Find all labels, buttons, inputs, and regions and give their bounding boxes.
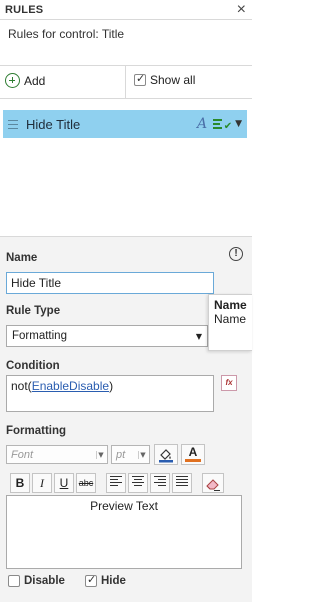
disable-toggle[interactable]: Disable — [8, 575, 65, 587]
name-tooltip: Name Name — [208, 294, 252, 351]
rule-type-label: Rule Type — [6, 305, 61, 317]
panel-title: RULES — [5, 4, 44, 16]
align-left-icon — [110, 474, 122, 488]
align-right-icon — [154, 474, 166, 488]
hide-toggle[interactable]: Hide — [85, 573, 126, 587]
chevron-down-icon[interactable]: ▼ — [235, 119, 242, 129]
name-input[interactable]: Hide Title — [6, 272, 214, 294]
font-color-swatch — [185, 459, 201, 462]
toolbar-separator — [125, 66, 126, 98]
preview-box: Preview Text — [6, 495, 242, 569]
close-icon[interactable]: × — [237, 1, 246, 19]
show-all-toggle[interactable]: Show all — [134, 72, 196, 87]
eraser-icon — [206, 479, 220, 491]
dropdown-arrow-icon: ▼ — [96, 450, 105, 459]
hide-checkbox[interactable] — [85, 573, 97, 587]
italic-button[interactable]: I — [32, 473, 52, 493]
font-color-button[interactable]: A — [181, 444, 205, 465]
fill-color-button[interactable] — [154, 444, 178, 465]
condition-suffix: ) — [109, 379, 114, 393]
underline-button[interactable]: U — [54, 473, 74, 493]
font-size-select[interactable]: pt ▼ — [111, 445, 150, 464]
condition-link[interactable]: EnableDisable — [32, 379, 109, 393]
name-label: Name — [6, 252, 38, 264]
drag-handle-icon[interactable] — [8, 117, 18, 132]
justify-icon — [176, 474, 188, 488]
font-select[interactable]: Font ▼ — [6, 445, 108, 464]
rules-subtitle: Rules for control: Title — [8, 27, 125, 41]
dropdown-arrow-icon: ▼ — [138, 450, 147, 459]
font-color-a-icon: A — [188, 445, 198, 459]
clear-formatting-button[interactable] — [202, 473, 224, 493]
divider — [0, 65, 252, 66]
disable-label: Disable — [24, 575, 65, 587]
dropdown-arrow-icon: ▼ — [195, 331, 202, 341]
strikethrough-button[interactable]: abc — [76, 473, 96, 493]
disable-checkbox[interactable] — [8, 575, 20, 587]
show-all-label: Show all — [150, 73, 196, 87]
add-rule-button[interactable]: Add — [5, 73, 45, 88]
rule-item[interactable]: Hide Title A ✔ ▼ — [3, 110, 247, 138]
show-all-checkbox[interactable] — [134, 72, 146, 86]
formatting-label: Formatting — [6, 425, 67, 437]
hide-label: Hide — [101, 575, 126, 587]
condition-prefix: not( — [11, 379, 32, 393]
add-icon — [5, 73, 20, 88]
rule-label: Hide Title — [26, 116, 81, 132]
align-center-button[interactable] — [128, 473, 148, 493]
condition-label: Condition — [6, 360, 60, 372]
align-left-button[interactable] — [106, 473, 126, 493]
add-label: Add — [24, 73, 46, 88]
panel-header: RULES × — [0, 0, 252, 20]
function-builder-icon[interactable]: fx — [221, 375, 237, 391]
divider — [0, 98, 252, 99]
paint-bucket-icon — [159, 449, 173, 463]
align-center-icon — [132, 474, 144, 488]
bold-button[interactable]: B — [10, 473, 30, 493]
info-icon[interactable]: ! — [229, 247, 243, 261]
formatting-a-icon: A — [196, 116, 208, 132]
align-right-button[interactable] — [150, 473, 170, 493]
font-placeholder: Font — [11, 448, 34, 461]
checklist-icon: ✔ — [213, 118, 232, 132]
justify-button[interactable] — [172, 473, 192, 493]
tooltip-title: Name — [214, 298, 247, 312]
size-placeholder: pt — [116, 448, 126, 461]
rule-type-select[interactable]: Formatting ▼ — [6, 325, 208, 347]
rule-type-value: Formatting — [12, 330, 67, 342]
condition-box[interactable]: not(EnableDisable) — [6, 375, 214, 412]
tooltip-text: Name — [214, 312, 247, 326]
